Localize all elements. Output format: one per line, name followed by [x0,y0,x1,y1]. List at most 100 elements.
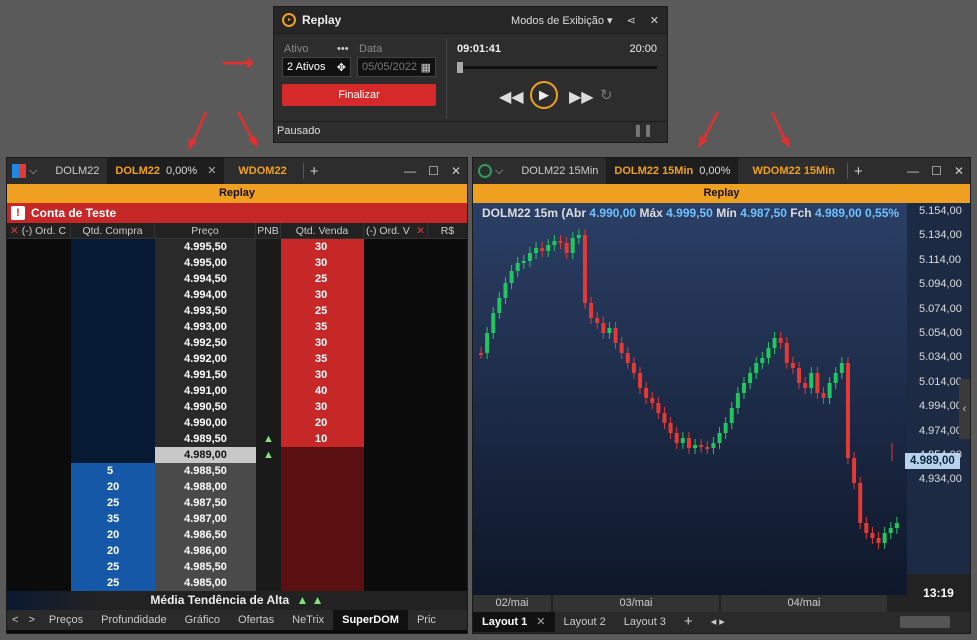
bottom-tab[interactable]: SuperDOM [333,610,408,630]
scroll-right-icon[interactable]: > [23,610,39,630]
pnb-cell[interactable] [256,287,281,303]
ord-c-cell[interactable] [7,367,71,383]
qtd-compra-cell[interactable] [71,367,155,383]
ord-v-cell[interactable] [364,479,428,495]
bottom-tab[interactable]: Gráfico [176,610,229,630]
ord-v-cell[interactable] [364,319,428,335]
replay-progress-track[interactable] [460,66,657,69]
qtd-compra-cell[interactable] [71,447,155,463]
collapse-handle[interactable]: ‹ [959,379,970,439]
ord-c-cell[interactable] [7,255,71,271]
sell-row[interactable]: 4.995,00 30 [7,255,467,271]
qtd-venda-cell[interactable] [281,463,364,479]
buy-row[interactable]: 25 4.985,50 [7,559,467,575]
qtd-compra-cell[interactable]: 25 [71,575,155,591]
qtd-compra-cell[interactable] [71,383,155,399]
ord-v-cell[interactable] [364,255,428,271]
maximize-icon[interactable]: ☐ [931,158,942,184]
ord-v-cell[interactable] [364,383,428,399]
pnb-cell[interactable] [256,527,281,543]
ord-v-cell[interactable] [364,287,428,303]
pnb-cell[interactable] [256,495,281,511]
layout-tab[interactable]: Layout 1 ✕ [473,612,555,632]
qtd-compra-cell[interactable] [71,431,155,447]
price-cell[interactable]: 4.985,00 [155,575,256,591]
price-cell[interactable]: 4.989,00 [155,447,256,463]
ord-v-cell[interactable] [364,511,428,527]
price-cell[interactable]: 4.991,00 [155,383,256,399]
sell-row[interactable]: 4.993,50 25 [7,303,467,319]
price-cell[interactable]: 4.987,00 [155,511,256,527]
qtd-venda-cell[interactable]: 30 [281,399,364,415]
pnb-cell[interactable] [256,367,281,383]
qtd-compra-cell[interactable] [71,335,155,351]
tab-dolm22-15min-active[interactable]: DOLM22 15Min 0,00% [606,158,739,184]
buy-row[interactable]: 25 4.985,00 [7,575,467,591]
price-cell[interactable]: 4.990,50 [155,399,256,415]
pnb-cell[interactable] [256,303,281,319]
header-rs[interactable]: R$ [428,223,467,238]
rs-cell[interactable] [428,431,467,447]
rs-cell[interactable] [428,367,467,383]
qtd-venda-cell[interactable] [281,575,364,591]
pnb-cell[interactable] [256,239,281,255]
price-cell[interactable]: 4.993,00 [155,319,256,335]
rs-cell[interactable] [428,415,467,431]
pnb-cell[interactable] [256,415,281,431]
ord-c-cell[interactable] [7,303,71,319]
ord-v-cell[interactable] [364,415,428,431]
qtd-compra-cell[interactable] [71,319,155,335]
tab-dolm22[interactable]: DOLM22 [47,158,107,184]
price-cell[interactable]: 4.992,50 [155,335,256,351]
rs-cell[interactable] [428,463,467,479]
ord-c-cell[interactable] [7,559,71,575]
ord-v-cell[interactable] [364,463,428,479]
sell-row[interactable]: 4.990,00 20 [7,415,467,431]
header-pnb[interactable]: PNB [256,223,281,238]
sell-row[interactable]: 4.992,00 35 [7,351,467,367]
close-icon[interactable]: ✕ [650,14,659,27]
ord-c-cell[interactable] [7,335,71,351]
qtd-venda-cell[interactable] [281,447,364,463]
rs-cell[interactable] [428,271,467,287]
calendar-icon[interactable]: ▦ [421,61,431,74]
price-cell[interactable]: 4.987,50 [155,495,256,511]
ord-v-cell[interactable] [364,399,428,415]
display-modes-dropdown[interactable]: Modos de Exibição ▾ [511,14,613,27]
rs-cell[interactable] [428,351,467,367]
sell-row[interactable]: 4.993,00 35 [7,319,467,335]
qtd-venda-cell[interactable]: 30 [281,239,364,255]
cancel-icon[interactable]: ✕ [10,225,22,237]
layout-nav-icon[interactable]: ◂ ▸ [702,612,734,632]
price-cell[interactable]: 4.989,50 [155,431,256,447]
ord-v-cell[interactable] [364,575,428,591]
candlestick-chart[interactable] [473,203,970,619]
ord-c-cell[interactable] [7,495,71,511]
ord-c-cell[interactable] [7,543,71,559]
qtd-compra-cell[interactable]: 25 [71,559,155,575]
sell-row[interactable]: 4.990,50 30 [7,399,467,415]
price-cell[interactable]: 4.988,00 [155,479,256,495]
pnb-cell[interactable] [256,559,281,575]
pnb-cell[interactable] [256,255,281,271]
replay-progress-handle[interactable] [457,62,463,73]
ord-c-cell[interactable] [7,383,71,399]
pnb-cell[interactable] [256,479,281,495]
pnb-up-icon[interactable]: ▲ [256,431,281,447]
more-icon[interactable]: ••• [337,43,349,55]
play-button[interactable]: ▶ [530,81,558,109]
rs-cell[interactable] [428,239,467,255]
tab-wdom22-15min[interactable]: WDOM22 15Min [744,158,843,184]
ord-v-cell[interactable] [364,447,428,463]
ord-c-cell[interactable] [7,287,71,303]
link-color-icon[interactable] [12,164,26,178]
ord-c-cell[interactable] [7,319,71,335]
scroll-left-icon[interactable]: < [7,610,23,630]
sell-row[interactable]: 4.994,50 25 [7,271,467,287]
pnb-cell[interactable] [256,463,281,479]
rs-cell[interactable] [428,303,467,319]
minimize-icon[interactable]: — [907,158,919,184]
ord-c-cell[interactable] [7,415,71,431]
bottom-tab[interactable]: Pric [408,610,445,630]
share-icon[interactable]: ⋖ [627,14,636,27]
